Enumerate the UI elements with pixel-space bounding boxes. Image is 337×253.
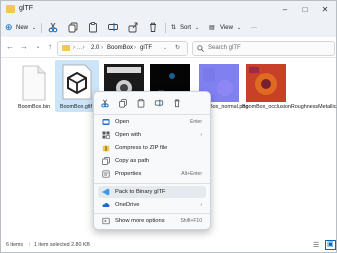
explorer-window: glTF – □ ✕ ⊕ New ⌄ ⇅ Sort ⌄ ▤ View ⌄ ···… bbox=[0, 0, 337, 253]
forward-arrow-icon[interactable]: → bbox=[19, 41, 29, 53]
menu-item-properties[interactable]: Properties Alt+Enter bbox=[98, 168, 206, 180]
vscode-icon bbox=[102, 188, 110, 196]
cut-icon[interactable] bbox=[100, 98, 110, 108]
sort-button[interactable]: ⇅ Sort ⌄ bbox=[171, 22, 201, 34]
paste-icon[interactable] bbox=[87, 21, 99, 33]
chevron-down-icon: ⌄ bbox=[237, 25, 242, 31]
cut-icon[interactable] bbox=[47, 21, 59, 33]
menu-item-label: Show more options bbox=[115, 218, 165, 224]
menu-item-label: Pack to Binary glTF bbox=[115, 189, 166, 195]
menu-item-label: Properties bbox=[115, 171, 142, 177]
menu-item-shortcut: Alt+Enter bbox=[181, 171, 202, 177]
view-button[interactable]: ▤ View ⌄ bbox=[209, 22, 241, 34]
close-button[interactable]: ✕ bbox=[316, 3, 334, 17]
sort-icon: ⇅ bbox=[171, 25, 177, 31]
open-icon bbox=[102, 119, 110, 125]
breadcrumb-item[interactable]: BoomBox bbox=[107, 42, 133, 55]
chevron-right-icon: › bbox=[200, 202, 202, 208]
breadcrumb-separator-icon: › bbox=[134, 45, 136, 51]
chevron-down-icon: ⌄ bbox=[32, 25, 37, 31]
share-icon[interactable] bbox=[127, 21, 139, 33]
copy-path-icon bbox=[102, 157, 110, 165]
command-bar: ⊕ New ⌄ ⇅ Sort ⌄ ▤ View ⌄ ··· bbox=[1, 19, 336, 37]
divider bbox=[165, 23, 166, 33]
delete-icon[interactable] bbox=[172, 98, 182, 108]
minimize-button[interactable]: – bbox=[276, 3, 294, 17]
selection-info: 1 item selected 2.80 KB bbox=[34, 242, 90, 248]
maximize-button[interactable]: □ bbox=[296, 3, 314, 17]
delete-icon[interactable] bbox=[147, 21, 159, 33]
tiles-view-icon[interactable]: ▣ bbox=[325, 240, 336, 250]
window-title: glTF bbox=[19, 5, 33, 12]
menu-divider bbox=[94, 183, 210, 184]
menu-item-onedrive[interactable]: OneDrive › bbox=[98, 199, 206, 211]
navigation-bar: ← → ⌄ ↑ › …› 2.0 › BoomBox › glTF ⌄ ↻ Se… bbox=[1, 37, 336, 58]
chevron-down-icon[interactable]: ⌄ bbox=[163, 42, 167, 55]
paste-icon[interactable] bbox=[136, 98, 146, 108]
menu-item-compress-zip[interactable]: Compress to ZIP file bbox=[98, 142, 206, 154]
menu-item-label: Compress to ZIP file bbox=[115, 145, 168, 151]
sort-label: Sort bbox=[180, 25, 192, 31]
menu-item-label: Open with bbox=[115, 132, 142, 138]
folder-icon bbox=[62, 45, 70, 51]
menu-item-shortcut: Shift+F10 bbox=[180, 218, 202, 224]
chevron-right-icon: › bbox=[200, 132, 202, 138]
title-bar: glTF – □ ✕ bbox=[1, 1, 336, 19]
menu-item-copy-path[interactable]: Copy as path bbox=[98, 155, 206, 167]
document-icon bbox=[22, 65, 46, 101]
menu-divider bbox=[94, 213, 210, 214]
more-options-icon bbox=[102, 217, 110, 225]
menu-item-open-with[interactable]: Open with › bbox=[98, 129, 206, 141]
search-box[interactable]: Search glTF bbox=[192, 41, 335, 56]
properties-icon bbox=[102, 170, 110, 178]
onedrive-cloud-icon bbox=[102, 203, 110, 207]
menu-item-pack-binary-gltf[interactable]: Pack to Binary glTF bbox=[98, 186, 206, 198]
apps-icon bbox=[102, 131, 110, 139]
search-icon bbox=[197, 45, 204, 52]
folder-icon bbox=[6, 5, 15, 13]
rename-icon[interactable] bbox=[154, 98, 164, 108]
gltf-file-icon bbox=[62, 64, 92, 100]
breadcrumb-item[interactable]: 2.0 bbox=[91, 42, 99, 55]
divider bbox=[41, 23, 42, 33]
copy-icon[interactable] bbox=[67, 21, 79, 33]
rename-icon[interactable] bbox=[107, 21, 119, 33]
back-arrow-icon[interactable]: ← bbox=[5, 41, 15, 53]
menu-item-shortcut: Enter bbox=[190, 119, 202, 125]
item-count: 6 items bbox=[6, 242, 24, 248]
up-arrow-icon[interactable]: ↑ bbox=[45, 41, 55, 53]
texture-thumbnail bbox=[246, 64, 286, 102]
context-menu: Open Enter Open with › Compress to ZIP f… bbox=[93, 91, 211, 230]
new-button[interactable]: ⊕ New ⌄ bbox=[5, 22, 37, 34]
context-quick-actions bbox=[94, 92, 210, 114]
status-bar: 6 items | 1 item selected 2.80 KB ☰ ▣ bbox=[1, 240, 336, 252]
search-placeholder: Search glTF bbox=[208, 45, 241, 51]
refresh-icon[interactable]: ↻ bbox=[175, 42, 180, 55]
menu-divider bbox=[94, 114, 210, 115]
more-options-button[interactable]: ··· bbox=[251, 22, 263, 34]
view-label: View bbox=[220, 25, 233, 31]
menu-item-label: Open bbox=[115, 119, 130, 125]
copy-icon[interactable] bbox=[118, 98, 128, 108]
zip-icon bbox=[102, 145, 110, 152]
address-bar[interactable]: › …› 2.0 › BoomBox › glTF ⌄ ↻ bbox=[57, 41, 188, 56]
plus-icon: ⊕ bbox=[5, 22, 13, 32]
details-view-icon[interactable]: ☰ bbox=[313, 241, 319, 249]
menu-item-open[interactable]: Open Enter bbox=[98, 116, 206, 128]
file-name: BoomBox_occlusionRoughnessMetallic.png bbox=[242, 104, 337, 110]
menu-item-label: OneDrive bbox=[115, 202, 140, 208]
chevron-down-icon: ⌄ bbox=[195, 25, 200, 31]
breadcrumb-separator-icon: › bbox=[101, 45, 103, 51]
menu-item-label: Copy as path bbox=[115, 158, 150, 164]
status-divider: | bbox=[29, 242, 31, 248]
chevron-down-icon[interactable]: ⌄ bbox=[33, 41, 43, 53]
breadcrumb-separator-icon: › …› bbox=[73, 45, 85, 51]
view-icon: ▤ bbox=[209, 25, 215, 31]
breadcrumb-item[interactable]: glTF bbox=[140, 42, 152, 55]
menu-item-show-more-options[interactable]: Show more options Shift+F10 bbox=[98, 215, 206, 227]
new-label: New bbox=[16, 25, 29, 31]
